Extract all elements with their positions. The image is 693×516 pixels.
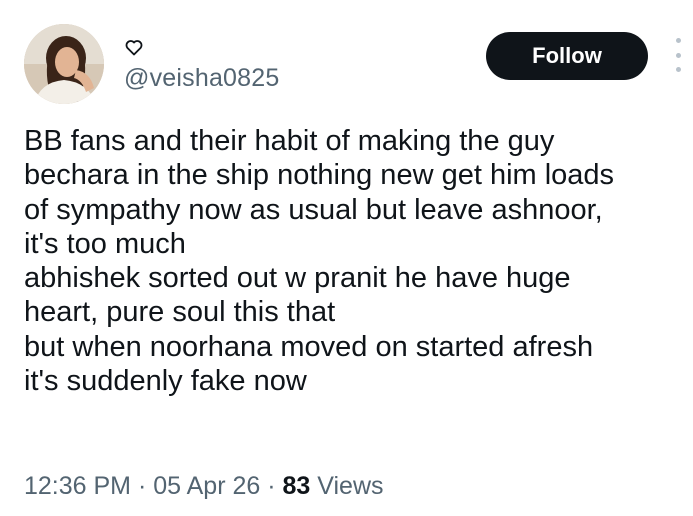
tweet-text-line: it's too much: [24, 227, 186, 260]
more-dot: [675, 52, 681, 58]
tweet-text-line: it's suddenly fake now: [24, 365, 307, 398]
more-vertical-icon[interactable]: [670, 38, 686, 72]
views-count[interactable]: 83: [283, 472, 311, 500]
tweet-card: @veisha0825 Follow BB fans and their hab…: [0, 0, 693, 516]
more-dot: [675, 67, 681, 72]
tweet-date[interactable]: 05 Apr 26: [153, 472, 260, 500]
avatar[interactable]: [24, 24, 104, 104]
tweet-text-line: BB fans and their habit of making the gu…: [24, 125, 555, 157]
heart-outline-icon: [125, 40, 143, 56]
more-dot: [675, 38, 681, 43]
tweet-text-line: heart, pure soul this that: [24, 296, 336, 329]
tweet-text-line: of sympathy now as usual but leave ashno…: [24, 193, 603, 226]
follow-button[interactable]: Follow: [486, 32, 648, 80]
meta-separator: ·: [137, 472, 147, 500]
meta-separator: ·: [267, 472, 276, 500]
tweet-text-line: but when noorhana moved on started afres…: [24, 330, 594, 363]
tweet-text-line: bechara in the ship nothing new get him …: [24, 159, 615, 192]
tweet-meta: 12:36 PM · 05 Apr 26 · 83 Views: [24, 472, 384, 501]
views-label: Views: [317, 472, 384, 500]
tweet-text: BB fans and their habit of making the gu…: [24, 124, 689, 398]
user-handle[interactable]: @veisha0825: [124, 64, 279, 93]
display-name[interactable]: [124, 34, 144, 60]
tweet-time[interactable]: 12:36 PM: [24, 472, 131, 500]
avatar-photo: [24, 24, 104, 104]
tweet-text-line: abhishek sorted out w pranit he have hug…: [24, 262, 571, 295]
